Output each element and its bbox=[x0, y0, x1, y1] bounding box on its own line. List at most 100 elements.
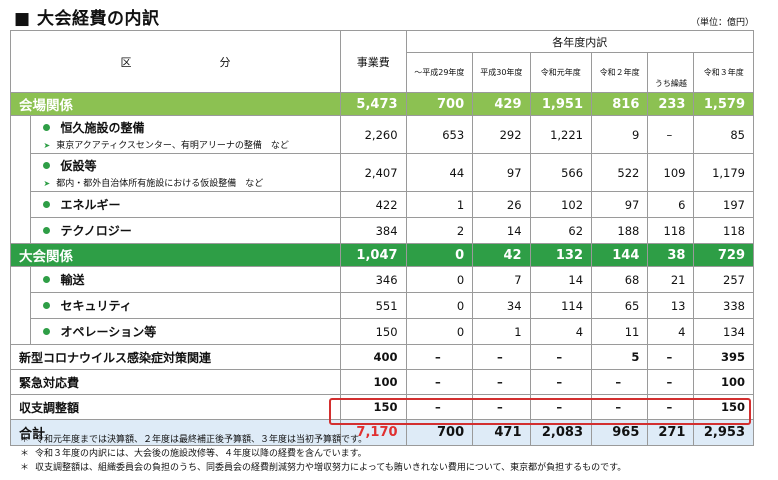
cell: 400 bbox=[339, 344, 407, 370]
cell: 150 bbox=[339, 394, 407, 420]
arrow-right-icon: ➤ bbox=[43, 178, 51, 188]
header-year: 令和元年度 bbox=[529, 52, 593, 93]
cell: 118 bbox=[693, 217, 754, 244]
cell: 0 bbox=[405, 292, 474, 319]
row-label: エネルギー bbox=[60, 198, 121, 212]
cell: 2,407 bbox=[339, 153, 407, 192]
row-note: ➤ 東京アクアティクスセンター、有明アリーナの整備 など bbox=[43, 138, 334, 151]
cell: 21 bbox=[647, 266, 695, 293]
row-label-cell: エネルギー bbox=[30, 191, 341, 218]
cell: 233 bbox=[647, 92, 695, 116]
unit-label: （単位：億円） bbox=[690, 18, 754, 28]
cell: 14 bbox=[529, 266, 593, 293]
cell: 338 bbox=[693, 292, 754, 319]
row-label-cell: テクノロジー bbox=[30, 217, 341, 244]
cell: – bbox=[647, 394, 695, 420]
cell: – bbox=[591, 394, 649, 420]
cell: 13 bbox=[647, 292, 695, 319]
footnote: ＊ 令和３年度の内訳には、大会後の施設改修等、４年度以降の経費を含んでいます。 bbox=[20, 447, 626, 461]
indent-cell bbox=[9, 318, 32, 345]
table-row-transport: 輸送 346 0 7 14 68 21 257 bbox=[9, 266, 754, 293]
cell: 551 bbox=[339, 292, 407, 319]
header-kubun: 区 分 bbox=[10, 30, 341, 93]
cell: – bbox=[647, 344, 695, 370]
row-label: 仮設等 bbox=[60, 158, 97, 173]
table-row-temporary: 仮設等 ➤ 都内・都外自治体所有施設における仮設整備 など 2,407 44 97… bbox=[9, 153, 754, 192]
row-label-cell: 恒久施設の整備 ➤ 東京アクアティクスセンター、有明アリーナの整備 など bbox=[30, 115, 341, 154]
page-title-text: 大会経費の内訳 bbox=[36, 9, 160, 29]
header-year: 令和３年度 bbox=[693, 52, 754, 93]
cell: – bbox=[647, 115, 695, 154]
cell: 14 bbox=[472, 217, 531, 244]
footnote-text: 令和３年度の内訳には、大会後の施設改修等、４年度以降の経費を含んでいます。 bbox=[35, 449, 367, 459]
cell: 188 bbox=[591, 217, 649, 244]
cell: 395 bbox=[693, 344, 754, 370]
row-label-cell: オペレーション等 bbox=[30, 318, 341, 345]
footnote-text: 令和元年度までは決算額、２年度は最終補正後予算額、３年度は当初予算額です。 bbox=[35, 435, 368, 445]
cell: 85 bbox=[693, 115, 754, 154]
cell: 422 bbox=[339, 191, 407, 218]
row-label-cell: 輸送 bbox=[30, 266, 341, 293]
row-label: 大会関係 bbox=[10, 243, 341, 267]
cell: 65 bbox=[591, 292, 649, 319]
cell: 26 bbox=[472, 191, 531, 218]
header-row-1: 区 分 事業費 各年度内訳 bbox=[10, 30, 755, 93]
cell: 1 bbox=[405, 191, 474, 218]
cell: 118 bbox=[647, 217, 695, 244]
bullet-icon bbox=[43, 302, 51, 309]
row-label: 緊急対応費 bbox=[10, 369, 341, 395]
cell: 1 bbox=[472, 318, 531, 345]
cell: – bbox=[591, 369, 649, 395]
cell: 97 bbox=[591, 191, 649, 218]
cell: 2 bbox=[405, 217, 474, 244]
bullet-icon bbox=[43, 201, 51, 208]
header-year: 令和２年度 bbox=[591, 52, 649, 93]
cell: 566 bbox=[529, 153, 593, 192]
bullet-icon bbox=[43, 123, 51, 131]
header-year-group: 各年度内訳 bbox=[405, 30, 755, 53]
cell: – bbox=[472, 369, 531, 395]
page-title: ■ 大会経費の内訳 bbox=[14, 9, 160, 29]
cell: 522 bbox=[591, 153, 649, 192]
cell: – bbox=[472, 394, 531, 420]
table-row-games: 大会関係 1,047 0 42 132 144 38 729 bbox=[10, 243, 754, 267]
cell: – bbox=[405, 344, 474, 370]
indent-cell bbox=[9, 266, 32, 293]
cell: 109 bbox=[647, 153, 695, 192]
cell: 97 bbox=[472, 153, 531, 192]
indent-cell bbox=[9, 191, 32, 218]
table-row-permanent: 恒久施設の整備 ➤ 東京アクアティクスセンター、有明アリーナの整備 など 2,26… bbox=[9, 115, 754, 154]
footnote-text: 収支調整額は、組織委員会の負担のうち、同委員会の経費削減努力や増収努力によっても… bbox=[35, 463, 627, 473]
row-label: 新型コロナウイルス感染症対策関連 bbox=[10, 344, 341, 370]
cell: 700 bbox=[405, 92, 474, 116]
bullet-icon bbox=[43, 161, 51, 169]
cell: 197 bbox=[693, 191, 754, 218]
cell: 1,047 bbox=[339, 243, 407, 267]
indent-cell bbox=[9, 153, 32, 192]
cell: 7 bbox=[472, 266, 531, 293]
row-label: 収支調整額 bbox=[10, 394, 341, 420]
cell: 1,179 bbox=[693, 153, 754, 192]
cell: 271 bbox=[647, 419, 695, 446]
cell: 1,579 bbox=[693, 92, 754, 116]
cell: 34 bbox=[472, 292, 531, 319]
cell: 292 bbox=[472, 115, 531, 154]
indent-cell bbox=[9, 292, 32, 319]
cell: 11 bbox=[591, 318, 649, 345]
indent-cell bbox=[9, 217, 32, 244]
footnote: ＊ 令和元年度までは決算額、２年度は最終補正後予算額、３年度は当初予算額です。 bbox=[20, 433, 626, 447]
bullet-icon bbox=[43, 227, 51, 234]
table-row-security: セキュリティ 551 0 34 114 65 13 338 bbox=[9, 292, 754, 319]
bullet-icon bbox=[43, 276, 51, 283]
bullet-icon bbox=[43, 328, 51, 335]
cell: 729 bbox=[693, 243, 754, 267]
cell: – bbox=[647, 369, 695, 395]
cell: 384 bbox=[339, 217, 407, 244]
row-note-text: 都内・都外自治体所有施設における仮設整備 など bbox=[56, 178, 264, 189]
table-row-operations: オペレーション等 150 0 1 4 11 4 134 bbox=[9, 318, 754, 345]
cell: 102 bbox=[529, 191, 593, 218]
footnote-mark: ＊ bbox=[20, 435, 30, 445]
cell: – bbox=[405, 394, 474, 420]
row-note: ➤ 都内・都外自治体所有施設における仮設整備 など bbox=[43, 176, 334, 189]
cell: 1,951 bbox=[529, 92, 593, 116]
